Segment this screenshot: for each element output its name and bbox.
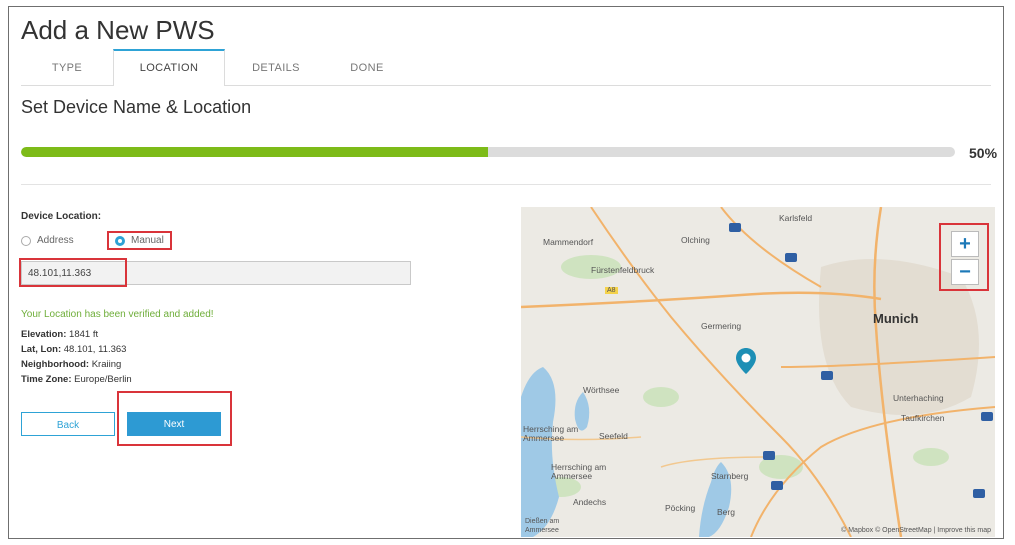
tab-done[interactable]: DONE <box>327 49 407 85</box>
verified-message: Your Location has been verified and adde… <box>21 309 214 320</box>
map-background <box>521 207 995 537</box>
map-label-herrsching-2: Herrsching am Ammersee <box>551 462 607 481</box>
map-label-mammendorf: Mammendorf <box>543 237 594 247</box>
radio-manual-dot[interactable] <box>115 235 125 246</box>
tab-type[interactable]: TYPE <box>21 49 113 85</box>
progress-bar-fill <box>21 147 488 157</box>
radio-address[interactable]: Address <box>21 235 74 246</box>
map-label-germering: Germering <box>701 321 742 331</box>
zoom-out-button[interactable]: − <box>951 259 979 285</box>
zoom-controls-highlight: + − <box>939 223 989 291</box>
wizard-frame: Add a New PWS TYPE LOCATION DETAILS DONE… <box>8 6 1004 539</box>
radio-manual-label: Manual <box>131 235 164 246</box>
neighborhood-label: Neighborhood: <box>21 359 90 370</box>
elevation-label: Elevation: <box>21 329 67 340</box>
map-label-andechs: Andechs <box>573 497 607 507</box>
location-map[interactable]: Karlsfeld Olching Mammendorf Fürstenfeld… <box>521 207 995 537</box>
section-divider <box>21 184 991 185</box>
back-button[interactable]: Back <box>21 412 115 436</box>
map-label-olching: Olching <box>681 235 710 245</box>
radio-manual[interactable]: Manual <box>107 231 172 250</box>
map-label-berg: Berg <box>717 507 735 517</box>
map-label-worthsee: Wörthsee <box>583 385 620 395</box>
map-attribution[interactable]: © Mapbox © OpenStreetMap | Improve this … <box>841 527 991 534</box>
zoom-in-button[interactable]: + <box>951 231 979 257</box>
page-title: Add a New PWS <box>21 15 215 45</box>
map-label-seefeld: Seefeld <box>599 431 628 441</box>
map-label-herrsching-1: Herrsching am Ammersee <box>523 424 579 443</box>
radio-address-dot[interactable] <box>21 235 31 246</box>
map-label-diessen: Dießen am Ammersee <box>525 518 560 534</box>
elevation-value: 1841 ft <box>69 329 99 340</box>
coordinates-input[interactable] <box>21 261 411 285</box>
map-label-karlsfeld: Karlsfeld <box>779 213 813 223</box>
wizard-tabs: TYPE LOCATION DETAILS DONE <box>21 49 991 86</box>
section-title: Set Device Name & Location <box>21 97 252 117</box>
device-location-label: Device Location: <box>21 211 102 222</box>
timezone-info: Time Zone: Europe/Berlin <box>21 374 132 385</box>
latlon-label: Lat, Lon: <box>21 344 62 355</box>
map-road-a8: A8 <box>605 287 618 294</box>
tab-details[interactable]: DETAILS <box>225 49 327 85</box>
progress-percent: 50% <box>969 145 998 161</box>
map-label-taufkirchen: Taufkirchen <box>901 413 945 423</box>
neighborhood-value: Kraiing <box>91 359 122 370</box>
radio-address-label: Address <box>37 235 74 246</box>
next-button[interactable]: Next <box>127 412 221 436</box>
timezone-value: Europe/Berlin <box>74 374 132 385</box>
latlon-value: 48.101, 11.363 <box>63 344 127 355</box>
progress-bar <box>21 147 955 157</box>
map-label-unterhaching: Unterhaching <box>893 393 944 403</box>
map-label-pocking: Pöcking <box>665 503 696 513</box>
timezone-label: Time Zone: <box>21 374 72 385</box>
map-label-furstenfeldbruck: Fürstenfeldbruck <box>591 265 655 275</box>
neighborhood-info: Neighborhood: Kraiing <box>21 359 121 370</box>
map-label-munich: Munich <box>873 311 919 326</box>
latlon-info: Lat, Lon: 48.101, 11.363 <box>21 344 126 355</box>
elevation-info: Elevation: 1841 ft <box>21 329 98 340</box>
tab-location[interactable]: LOCATION <box>113 49 225 86</box>
map-label-starnberg: Starnberg <box>711 471 749 481</box>
